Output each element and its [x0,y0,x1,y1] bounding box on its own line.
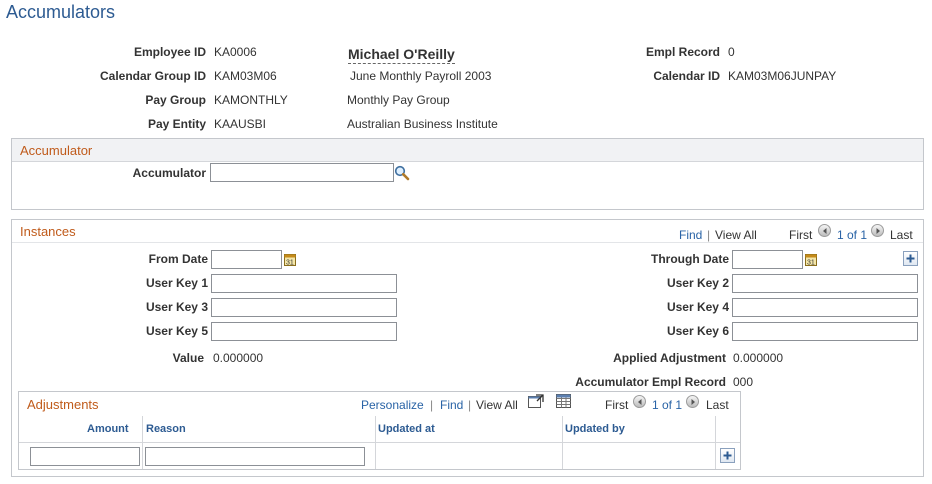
pay-group-desc: Monthly Pay Group [347,93,450,107]
from-date-input[interactable] [211,250,282,269]
applied-adjustment-label: Applied Adjustment [613,351,726,365]
instances-separator: | [707,228,711,242]
value-label: Value [172,351,204,365]
pay-entity-value: KAAUSBI [214,117,267,131]
accumulator-section-title: Accumulator [20,143,93,158]
page-title: Accumulators [6,2,116,22]
adjustments-last-label: Last [706,398,729,412]
accum-empl-record-label: Accumulator Empl Record [575,375,726,389]
instances-section-title: Instances [20,224,76,239]
adjustments-range: 1 of 1 [652,398,683,412]
column-divider [375,416,376,442]
column-header-updated-by[interactable]: Updated by [565,423,625,435]
accumulator-input[interactable] [210,163,394,182]
calendar-id-label: Calendar ID [653,69,720,83]
adjustments-prev-icon[interactable] [633,395,646,408]
from-date-label: From Date [148,252,208,266]
adjustments-column-header-row: Amount Reason Updated at Updated by [19,416,740,443]
pay-entity-desc: Australian Business Institute [347,117,498,131]
column-header-amount[interactable]: Amount [87,423,129,435]
user-key-5-label: User Key 5 [145,324,208,338]
instances-last-label: Last [890,228,913,242]
adjustments-separator: | [430,398,434,412]
through-date-label: Through Date [651,252,729,266]
pay-group-label: Pay Group [145,93,206,107]
adjustments-first-label: First [605,398,629,412]
instances-view-all[interactable]: View All [715,228,757,242]
user-key-6-label: User Key 6 [666,324,729,338]
column-divider [715,443,716,469]
employee-id-label: Employee ID [133,45,206,59]
calendar-group-value: KAM03M06 [214,69,277,83]
user-key-3-input[interactable] [211,298,397,317]
column-divider [142,416,143,442]
employee-id-value: KA0006 [214,45,257,59]
instances-prev-icon[interactable] [818,224,831,237]
adjustments-view-all[interactable]: View All [476,398,518,412]
accumulator-label: Accumulator [132,166,206,180]
adjustments-personalize-link[interactable]: Personalize [361,398,424,412]
user-key-1-input[interactable] [211,274,397,293]
user-key-2-label: User Key 2 [666,276,729,290]
calendar-icon[interactable]: 31 [805,253,817,267]
new-window-icon[interactable] [528,394,544,408]
user-key-1-label: User Key 1 [145,276,208,290]
add-instance-icon[interactable] [903,251,918,266]
add-adjustment-icon[interactable] [720,448,735,463]
user-key-6-input[interactable] [732,322,918,341]
column-divider [715,416,716,442]
search-icon[interactable] [394,165,410,181]
column-header-reason[interactable]: Reason [146,423,186,435]
svg-text:31: 31 [286,260,294,267]
adjustment-reason-input[interactable] [145,447,365,466]
column-header-updated-at[interactable]: Updated at [378,423,435,435]
empl-record-label: Empl Record [645,45,720,59]
user-key-4-label: User Key 4 [666,300,729,314]
instances-next-icon[interactable] [871,224,884,237]
user-key-3-label: User Key 3 [145,300,208,314]
calendar-group-label: Calendar Group ID [99,69,206,83]
column-divider [562,416,563,442]
column-divider [142,443,143,469]
column-divider [375,443,376,469]
download-grid-icon[interactable] [556,394,571,408]
adjustments-title: Adjustments [27,397,99,412]
applied-adjustment-value: 0.000000 [733,351,784,365]
user-key-2-input[interactable] [732,274,918,293]
svg-text:31: 31 [807,260,815,267]
pay-group-value: KAMONTHLY [214,93,288,107]
calendar-group-desc: June Monthly Payroll 2003 [350,69,492,83]
adjustment-amount-input[interactable] [30,447,140,466]
adjustments-find-link[interactable]: Find [440,398,463,412]
user-key-5-input[interactable] [211,322,397,341]
employee-name[interactable]: Michael O'Reilly [348,46,455,64]
calendar-id-value: KAM03M06JUNPAY [728,69,837,83]
adjustments-next-icon[interactable] [686,395,699,408]
calendar-icon[interactable]: 31 [284,253,296,267]
instances-section-header: Instances [12,220,923,243]
instances-range: 1 of 1 [837,228,868,242]
instances-find-link[interactable]: Find [679,228,702,242]
accumulator-section-header: Accumulator [12,139,923,162]
through-date-input[interactable] [732,250,803,269]
value-value: 0.000000 [213,351,264,365]
pay-entity-label: Pay Entity [147,117,206,131]
instances-first-label: First [789,228,813,242]
column-divider [562,443,563,469]
accum-empl-record-value: 000 [733,375,754,389]
adjustments-separator: | [468,398,472,412]
empl-record-value: 0 [728,45,735,59]
user-key-4-input[interactable] [732,298,918,317]
